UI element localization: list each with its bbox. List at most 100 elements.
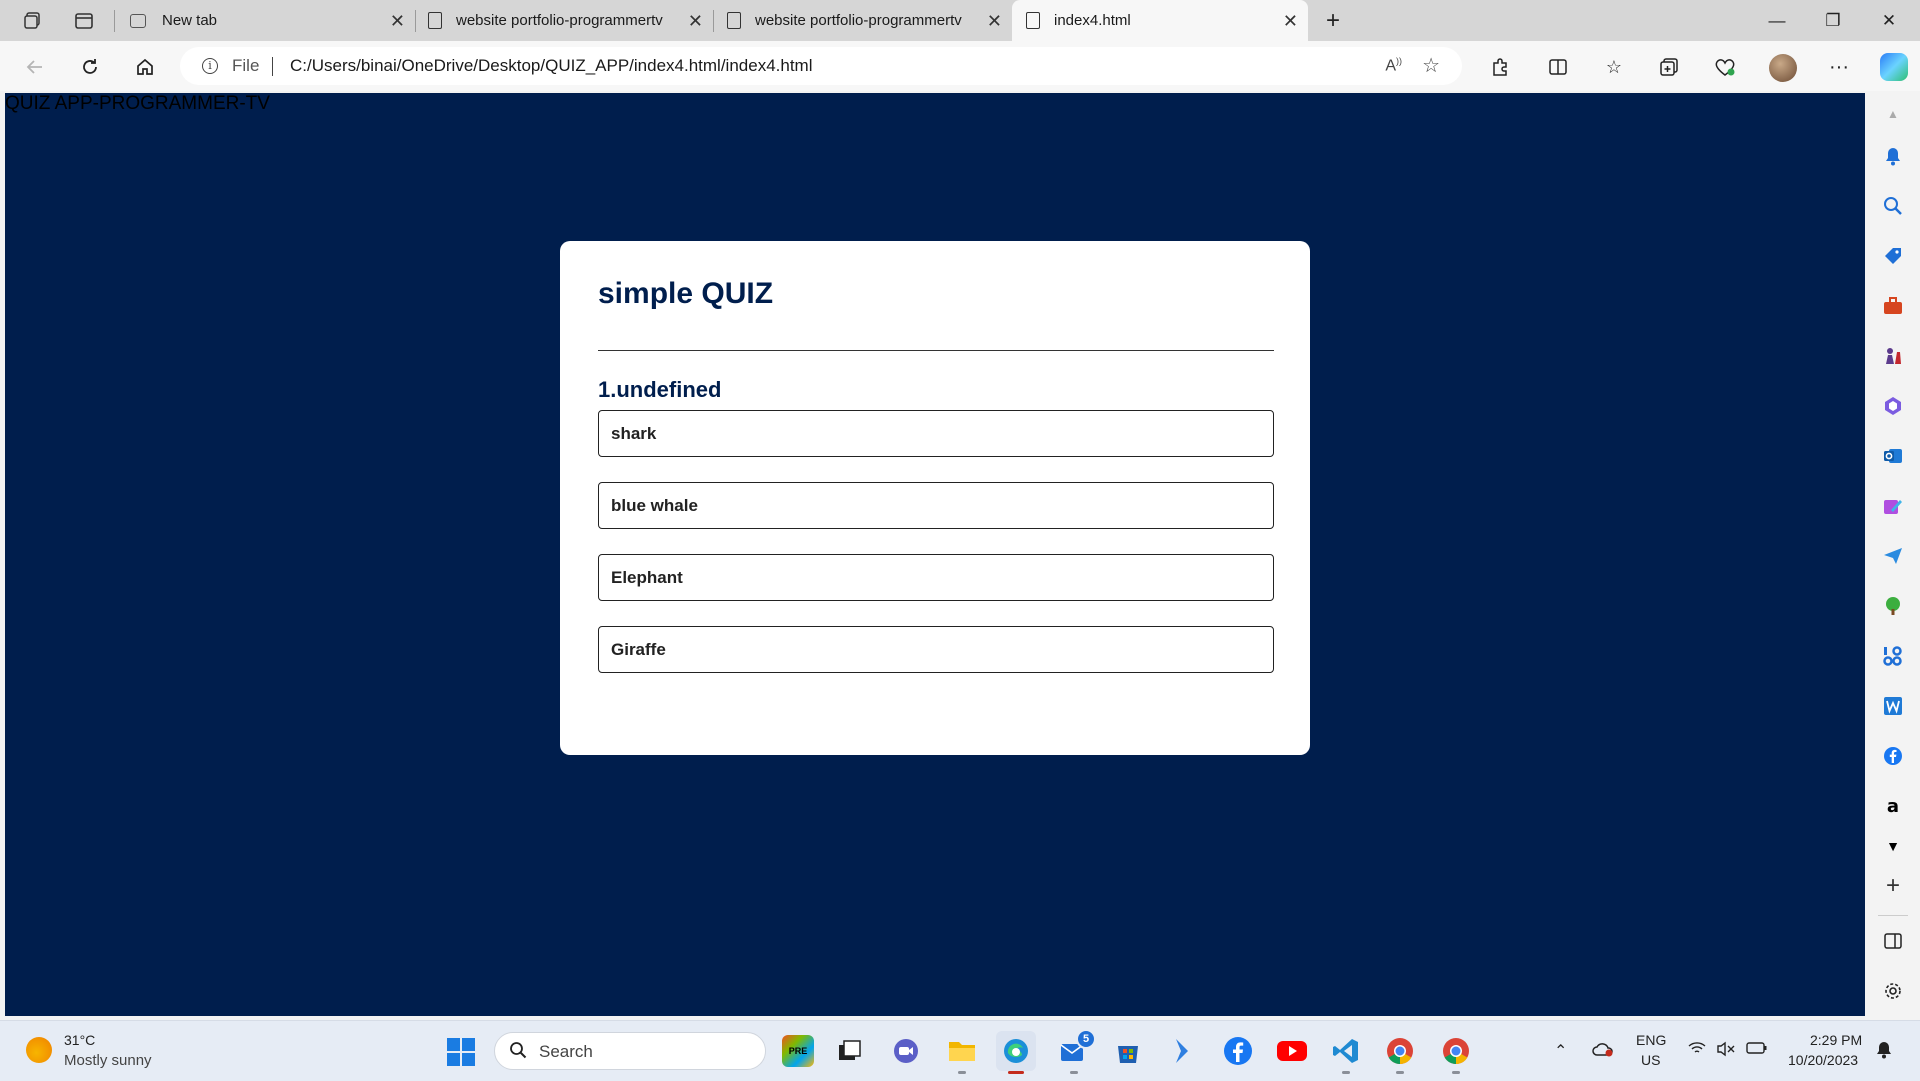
workspaces-icon[interactable] bbox=[20, 8, 46, 34]
close-window-button[interactable]: ✕ bbox=[1861, 0, 1917, 41]
file-explorer-icon[interactable] bbox=[946, 1035, 978, 1067]
more-options-icon[interactable]: ··· bbox=[1825, 53, 1853, 81]
minimize-icon: — bbox=[1768, 10, 1786, 30]
youtube-icon[interactable] bbox=[1276, 1035, 1308, 1067]
tab-website-portfolio-2[interactable]: website portfolio-programmertv ✕ bbox=[727, 0, 1012, 41]
facebook-icon[interactable] bbox=[1880, 743, 1906, 769]
battery-icon[interactable] bbox=[1746, 1041, 1768, 1060]
lingo-icon[interactable] bbox=[1880, 643, 1906, 669]
restore-button[interactable]: ❐ bbox=[1805, 0, 1861, 41]
games-icon[interactable] bbox=[1880, 343, 1906, 369]
word-icon[interactable] bbox=[1880, 693, 1906, 719]
quiz-divider bbox=[598, 350, 1274, 351]
home-button[interactable] bbox=[131, 53, 159, 81]
collections-icon[interactable] bbox=[1655, 53, 1683, 81]
chrome-icon[interactable] bbox=[1384, 1035, 1416, 1067]
search-icon[interactable] bbox=[1880, 193, 1906, 219]
favorites-icon[interactable]: ☆ bbox=[1600, 53, 1628, 81]
address-url[interactable]: C:/Users/binai/OneDrive/Desktop/QUIZ_APP… bbox=[290, 56, 812, 76]
tab-divider bbox=[114, 10, 115, 32]
browser-toolbar: i File C:/Users/binai/OneDrive/Desktop/Q… bbox=[0, 41, 1920, 91]
tab-index4[interactable]: index4.html ✕ bbox=[1012, 0, 1308, 41]
search-icon bbox=[509, 1041, 527, 1064]
tools-icon[interactable] bbox=[1880, 293, 1906, 319]
weather-condition[interactable]: Mostly sunny bbox=[64, 1052, 152, 1069]
page-viewport: QUIZ APP-PROGRAMMER-TV simple QUIZ 1.und… bbox=[5, 93, 1865, 1016]
answer-button-shark[interactable]: shark bbox=[598, 410, 1274, 457]
start-button[interactable] bbox=[447, 1038, 475, 1066]
send-icon[interactable] bbox=[1880, 543, 1906, 569]
edge-taskbar-icon[interactable] bbox=[996, 1031, 1036, 1071]
designer-icon[interactable] bbox=[1880, 493, 1906, 519]
browser-essentials-icon[interactable] bbox=[1711, 53, 1739, 81]
show-hidden-icons-chevron-icon[interactable]: ⌃ bbox=[1554, 1041, 1567, 1061]
teams-chat-icon[interactable] bbox=[890, 1035, 922, 1067]
info-icon[interactable]: i bbox=[202, 58, 218, 74]
weather-sun-icon[interactable] bbox=[26, 1037, 52, 1063]
amazon-icon[interactable]: a bbox=[1880, 793, 1906, 819]
facebook-app-icon[interactable] bbox=[1222, 1035, 1254, 1067]
clock-date[interactable]: 10/20/2023 bbox=[1788, 1052, 1858, 1068]
running-indicator bbox=[1342, 1071, 1350, 1074]
new-tab-button[interactable]: + bbox=[1320, 7, 1346, 34]
close-icon[interactable]: ✕ bbox=[1283, 11, 1298, 32]
extensions-icon[interactable] bbox=[1486, 53, 1514, 81]
site-header: QUIZ APP-PROGRAMMER-TV bbox=[5, 93, 270, 114]
question-text: 1.undefined bbox=[598, 377, 722, 402]
task-view-icon[interactable] bbox=[834, 1035, 866, 1067]
visual-studio-icon[interactable] bbox=[1166, 1035, 1198, 1067]
tab-website-portfolio-1[interactable]: website portfolio-programmertv ✕ bbox=[428, 0, 713, 41]
profile-avatar[interactable] bbox=[1769, 54, 1797, 82]
sidebar-scroll-up-icon[interactable]: ▲ bbox=[1880, 101, 1906, 127]
search-placeholder: Search bbox=[539, 1042, 593, 1061]
minimize-button[interactable]: — bbox=[1749, 0, 1805, 41]
settings-gear-icon[interactable] bbox=[1880, 978, 1906, 1004]
read-aloud-icon[interactable]: A)) bbox=[1385, 56, 1402, 75]
close-icon[interactable]: ✕ bbox=[688, 11, 703, 32]
language-indicator[interactable]: ENG bbox=[1636, 1032, 1666, 1048]
answer-button-elephant[interactable]: Elephant bbox=[598, 554, 1274, 601]
copilot-preview-icon[interactable]: PRE bbox=[782, 1035, 814, 1067]
address-scheme: File bbox=[232, 56, 260, 75]
tab-actions-icon[interactable] bbox=[71, 8, 97, 34]
favorite-star-icon[interactable]: ☆ bbox=[1422, 53, 1440, 78]
quiz-title: simple QUIZ bbox=[598, 277, 774, 310]
tab-divider bbox=[415, 10, 416, 32]
vscode-icon[interactable] bbox=[1330, 1035, 1362, 1067]
answer-button-blue-whale[interactable]: blue whale bbox=[598, 482, 1274, 529]
running-indicator bbox=[1070, 1071, 1078, 1074]
split-screen-icon[interactable] bbox=[1544, 53, 1572, 81]
shopping-tag-icon[interactable] bbox=[1880, 243, 1906, 269]
back-button[interactable] bbox=[21, 53, 49, 81]
tree-icon[interactable] bbox=[1880, 593, 1906, 619]
notification-bell-icon[interactable] bbox=[1876, 1041, 1892, 1064]
notifications-icon[interactable] bbox=[1880, 143, 1906, 169]
tab-new-tab[interactable]: New tab ✕ bbox=[130, 0, 415, 41]
sidebar-scroll-down-icon[interactable]: ▼ bbox=[1880, 833, 1906, 859]
weather-temperature[interactable]: 31°C bbox=[64, 1032, 95, 1048]
refresh-button[interactable] bbox=[76, 53, 104, 81]
close-icon[interactable]: ✕ bbox=[987, 11, 1002, 32]
close-icon: ✕ bbox=[1881, 10, 1897, 30]
onedrive-icon[interactable] bbox=[1592, 1041, 1614, 1062]
mail-icon[interactable]: 5 bbox=[1058, 1029, 1096, 1067]
volume-muted-icon[interactable] bbox=[1716, 1041, 1736, 1062]
close-icon[interactable]: ✕ bbox=[390, 11, 405, 32]
copilot-icon[interactable] bbox=[1880, 53, 1908, 81]
chrome-profile-icon[interactable] bbox=[1440, 1035, 1472, 1067]
hide-sidebar-icon[interactable] bbox=[1880, 928, 1906, 954]
start-tile bbox=[447, 1038, 460, 1051]
microsoft-store-icon[interactable] bbox=[1112, 1035, 1144, 1067]
taskbar-search[interactable]: Search bbox=[494, 1032, 766, 1070]
address-divider bbox=[272, 57, 273, 76]
language-region[interactable]: US bbox=[1641, 1052, 1660, 1068]
answer-button-giraffe[interactable]: Giraffe bbox=[598, 626, 1274, 673]
outlook-icon[interactable] bbox=[1880, 443, 1906, 469]
microsoft-365-icon[interactable] bbox=[1880, 393, 1906, 419]
add-sidebar-app-icon[interactable]: + bbox=[1880, 872, 1906, 899]
plus-icon: + bbox=[1325, 7, 1340, 34]
wifi-icon[interactable] bbox=[1688, 1041, 1706, 1060]
windows-taskbar: 31°C Mostly sunny Search PRE 5 ⌃ ENG US … bbox=[0, 1020, 1920, 1081]
address-bar[interactable]: i File C:/Users/binai/OneDrive/Desktop/Q… bbox=[180, 47, 1462, 85]
clock-time[interactable]: 2:29 PM bbox=[1810, 1032, 1862, 1048]
